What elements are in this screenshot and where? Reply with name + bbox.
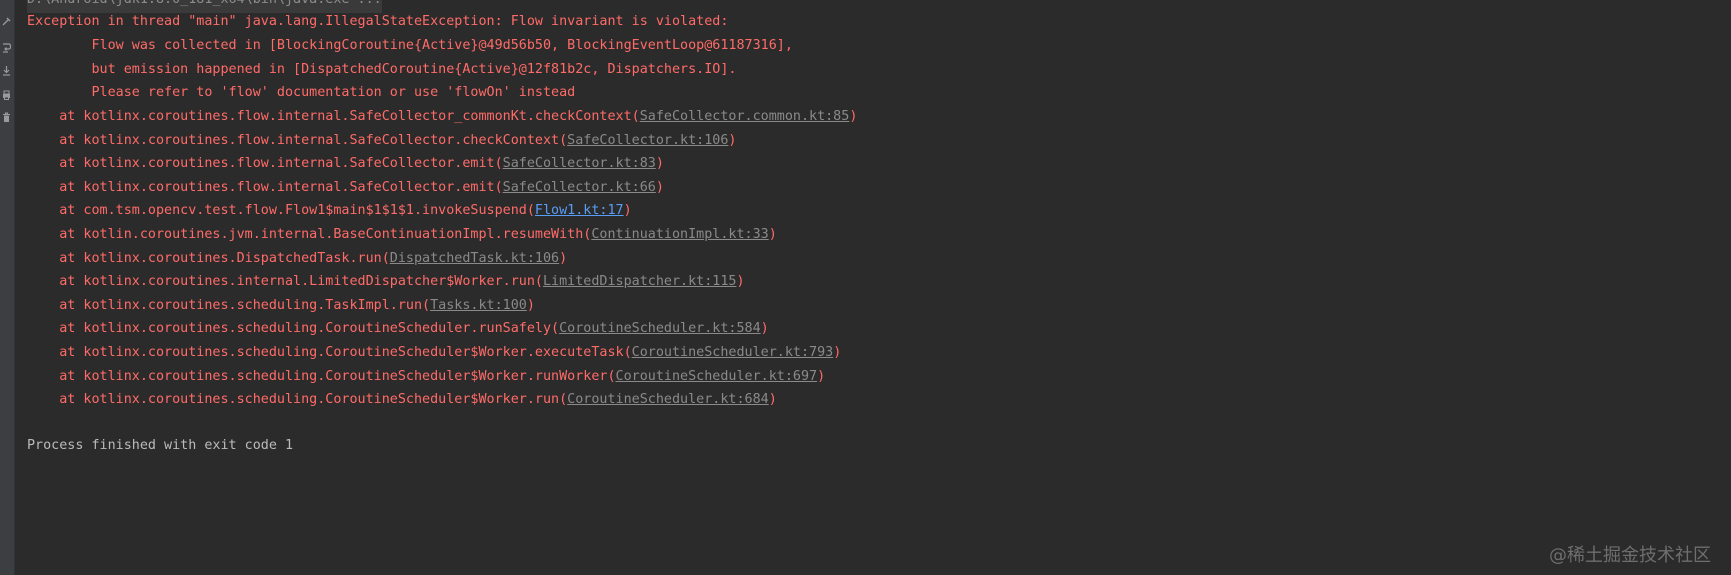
stack-frame-close-paren: ): [760, 321, 769, 337]
source-location-link[interactable]: Tasks.kt:100: [430, 298, 527, 313]
stack-frame-close-paren: ): [736, 274, 745, 290]
stack-frame: at kotlin.coroutines.jvm.internal.BaseCo…: [27, 222, 777, 248]
stack-frame-method: at kotlinx.coroutines.scheduling.TaskImp…: [27, 297, 431, 313]
console-output[interactable]: D:\Android\jdk1.8.0_181_x64\bin\java.exe…: [14, 0, 1731, 575]
stack-frame-close-paren: ): [833, 345, 842, 360]
stack-frame: at kotlinx.coroutines.scheduling.TaskImp…: [27, 293, 535, 319]
stack-frame: at com.tsm.opencv.test.flow.Flow1$main$1…: [27, 198, 632, 224]
stack-frame: at kotlinx.coroutines.flow.internal.Safe…: [27, 175, 664, 201]
stack-frame-method: at kotlinx.coroutines.flow.internal.Safe…: [27, 156, 503, 172]
stack-frame: at kotlinx.coroutines.flow.internal.Safe…: [27, 104, 857, 130]
source-location-link[interactable]: CoroutineScheduler.kt:697: [616, 369, 818, 384]
stack-frame-method: at kotlinx.coroutines.flow.internal.Safe…: [27, 132, 568, 148]
exit-message: Process finished with exit code 1: [27, 438, 294, 453]
stack-frame: at kotlinx.coroutines.flow.internal.Safe…: [27, 151, 664, 177]
exception-message-line: Flow was collected in [BlockingCoroutine…: [27, 38, 793, 53]
watermark: @稀土掘金技术社区: [1549, 545, 1711, 566]
exception-header: Exception in thread "main" java.lang.Ill…: [27, 14, 729, 29]
source-location-link[interactable]: SafeCollector.kt:83: [503, 156, 656, 171]
source-location-link[interactable]: DispatchedTask.kt:106: [390, 251, 559, 266]
wrench-icon[interactable]: [1, 14, 12, 28]
trash-icon[interactable]: [1, 110, 12, 124]
stack-frame-method: at kotlinx.coroutines.DispatchedTask.run…: [27, 250, 390, 266]
stack-frame-method: at kotlinx.coroutines.scheduling.Corouti…: [27, 368, 616, 384]
source-location-link[interactable]: SafeCollector.common.kt:85: [640, 109, 850, 124]
stack-frame-close-paren: ): [559, 250, 568, 266]
stack-frame-close-paren: ): [768, 392, 777, 408]
stack-frame-close-paren: ): [728, 132, 737, 148]
source-location-link[interactable]: CoroutineScheduler.kt:684: [567, 392, 769, 407]
stack-frame: at kotlinx.coroutines.internal.LimitedDi…: [27, 269, 745, 295]
source-location-link[interactable]: CoroutineScheduler.kt:584: [559, 321, 761, 336]
run-console-window: D:\Android\jdk1.8.0_181_x64\bin\java.exe…: [0, 0, 1731, 575]
console-toolbar: [0, 0, 15, 575]
source-location-link[interactable]: SafeCollector.kt:106: [567, 133, 728, 148]
source-location-link[interactable]: CoroutineScheduler.kt:793: [632, 345, 834, 360]
stack-frame-close-paren: ): [655, 179, 664, 195]
stack-frame-close-paren: ): [526, 297, 535, 313]
stack-frame: at kotlinx.coroutines.scheduling.Corouti…: [27, 316, 769, 342]
print-icon[interactable]: [1, 88, 12, 102]
stack-frame-method: at kotlinx.coroutines.scheduling.Corouti…: [27, 345, 632, 360]
stack-frame-close-paren: ): [623, 203, 632, 219]
stack-frame-method: at kotlinx.coroutines.scheduling.Corouti…: [27, 392, 568, 408]
stack-frame: at kotlinx.coroutines.DispatchedTask.run…: [27, 246, 567, 272]
stack-frame-method: at kotlinx.coroutines.internal.LimitedDi…: [27, 274, 543, 290]
stack-frame-method: at kotlinx.coroutines.scheduling.Corouti…: [27, 321, 560, 337]
stack-frame-close-paren: ): [849, 109, 858, 124]
stack-frame: at kotlinx.coroutines.scheduling.Corouti…: [27, 364, 825, 390]
soft-wrap-icon[interactable]: [1, 40, 12, 54]
source-location-link[interactable]: Flow1.kt:17: [535, 203, 624, 218]
source-location-link[interactable]: ContinuationImpl.kt:33: [591, 227, 768, 242]
stack-frame-close-paren: ): [817, 368, 826, 384]
stack-frame-method: at com.tsm.opencv.test.flow.Flow1$main$1…: [27, 203, 535, 219]
stack-frame: at kotlinx.coroutines.scheduling.Corouti…: [27, 387, 777, 413]
stack-frame-method: at kotlinx.coroutines.flow.internal.Safe…: [27, 109, 640, 124]
source-location-link[interactable]: SafeCollector.kt:66: [503, 180, 656, 195]
stack-frame-method: at kotlinx.coroutines.flow.internal.Safe…: [27, 179, 503, 195]
stack-frame: at kotlinx.coroutines.flow.internal.Safe…: [27, 128, 736, 154]
source-location-link[interactable]: LimitedDispatcher.kt:115: [543, 274, 736, 289]
exception-message-line: Please refer to 'flow' documentation or …: [27, 85, 576, 100]
stack-frame-close-paren: ): [655, 156, 664, 172]
scroll-to-end-icon[interactable]: [1, 63, 12, 77]
stack-frame-close-paren: ): [768, 227, 777, 242]
stack-frame-method: at kotlin.coroutines.jvm.internal.BaseCo…: [27, 227, 592, 242]
stack-frame: at kotlinx.coroutines.scheduling.Corouti…: [27, 340, 841, 366]
